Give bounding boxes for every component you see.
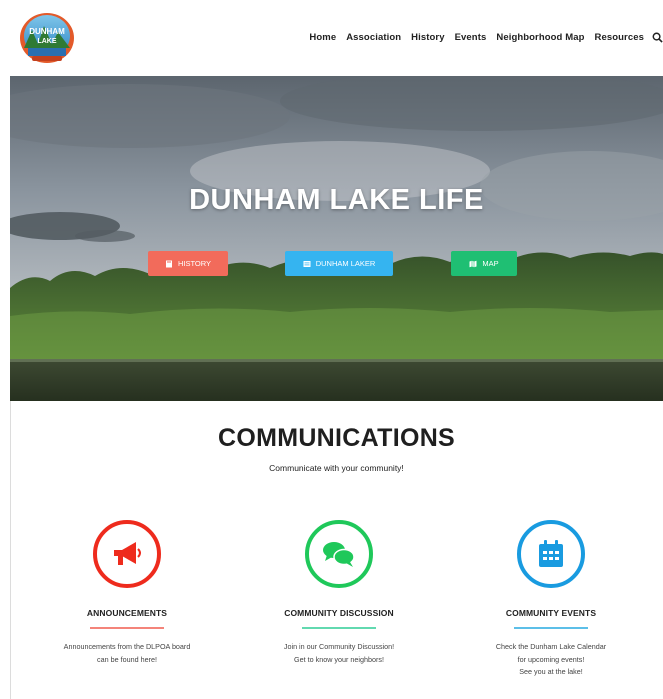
community-events-icon-circle[interactable] — [517, 520, 585, 588]
community-events-title: COMMUNITY EVENTS — [505, 608, 597, 618]
nav-home[interactable]: Home — [304, 32, 341, 43]
description-line: Get to know your neighbors! — [294, 654, 384, 664]
dunham-laker-button[interactable]: DUNHAM LAKER — [285, 251, 393, 276]
community-discussion-icon-circle[interactable] — [305, 520, 373, 588]
communications-heading: COMMUNICATIONS — [217, 424, 456, 452]
svg-text:LAKE: LAKE — [37, 38, 56, 45]
logo-text: DUNHAM — [29, 27, 65, 36]
nav-resources[interactable]: Resources — [590, 32, 649, 43]
community-discussion-card: COMMUNITY DISCUSSION Join in our Communi… — [239, 520, 439, 666]
newspaper-icon — [303, 260, 311, 267]
site-header: DUNHAM LAKE Home Association History Eve… — [10, 0, 663, 76]
map-button[interactable]: MAP — [451, 251, 517, 276]
community-discussion-description: Join in our Community Discussion! Get to… — [239, 641, 439, 666]
calendar-icon — [539, 540, 563, 567]
description-line: Check the Dunham Lake Calendar — [495, 642, 607, 651]
history-button-label: HISTORY — [177, 259, 212, 268]
nav-events[interactable]: Events — [450, 32, 492, 43]
history-button[interactable]: HISTORY — [148, 251, 228, 276]
announcements-divider — [90, 627, 164, 629]
announcements-title: ANNOUNCEMENTS — [86, 608, 168, 618]
dunham-laker-button-label: DUNHAM LAKER — [315, 259, 376, 268]
description-line: Announcements from the DLPOA board — [63, 642, 191, 651]
nav-association[interactable]: Association — [341, 32, 406, 43]
description-line: can be found here! — [97, 654, 157, 664]
megaphone-icon — [114, 542, 141, 565]
description-line: for upcoming events! — [517, 654, 585, 664]
map-button-label: MAP — [482, 259, 499, 268]
announcements-card: ANNOUNCEMENTS Announcements from the DLP… — [27, 520, 227, 666]
chat-bubbles-icon — [323, 542, 355, 567]
community-discussion-divider — [302, 627, 376, 629]
community-events-divider — [514, 627, 588, 629]
announcements-description: Announcements from the DLPOA board can b… — [27, 641, 227, 666]
hero-lake-image — [10, 76, 663, 401]
hero-banner: DUNHAM LAKE LIFE HISTORY DUNHAM LAKER MA… — [10, 76, 663, 401]
main-nav: Home Association History Events Neighbor… — [304, 32, 663, 43]
communications-subtitle: Communicate with your community! — [269, 463, 404, 473]
announcements-icon-circle[interactable] — [93, 520, 161, 588]
nav-history[interactable]: History — [406, 32, 449, 43]
site-logo[interactable]: DUNHAM LAKE — [18, 8, 76, 66]
description-line: See you at the lake! — [519, 667, 583, 676]
community-discussion-title: COMMUNITY DISCUSSION — [284, 608, 394, 618]
hero-title: DUNHAM LAKE LIFE — [189, 184, 484, 216]
community-events-description: Check the Dunham Lake Calendar for upcom… — [451, 641, 651, 679]
description-line: Join in our Community Discussion! — [283, 642, 395, 651]
search-icon[interactable] — [652, 32, 663, 43]
map-icon — [469, 260, 477, 267]
book-icon — [165, 260, 172, 267]
nav-neighborhood-map[interactable]: Neighborhood Map — [491, 32, 589, 43]
community-events-card: COMMUNITY EVENTS Check the Dunham Lake C… — [451, 520, 651, 679]
